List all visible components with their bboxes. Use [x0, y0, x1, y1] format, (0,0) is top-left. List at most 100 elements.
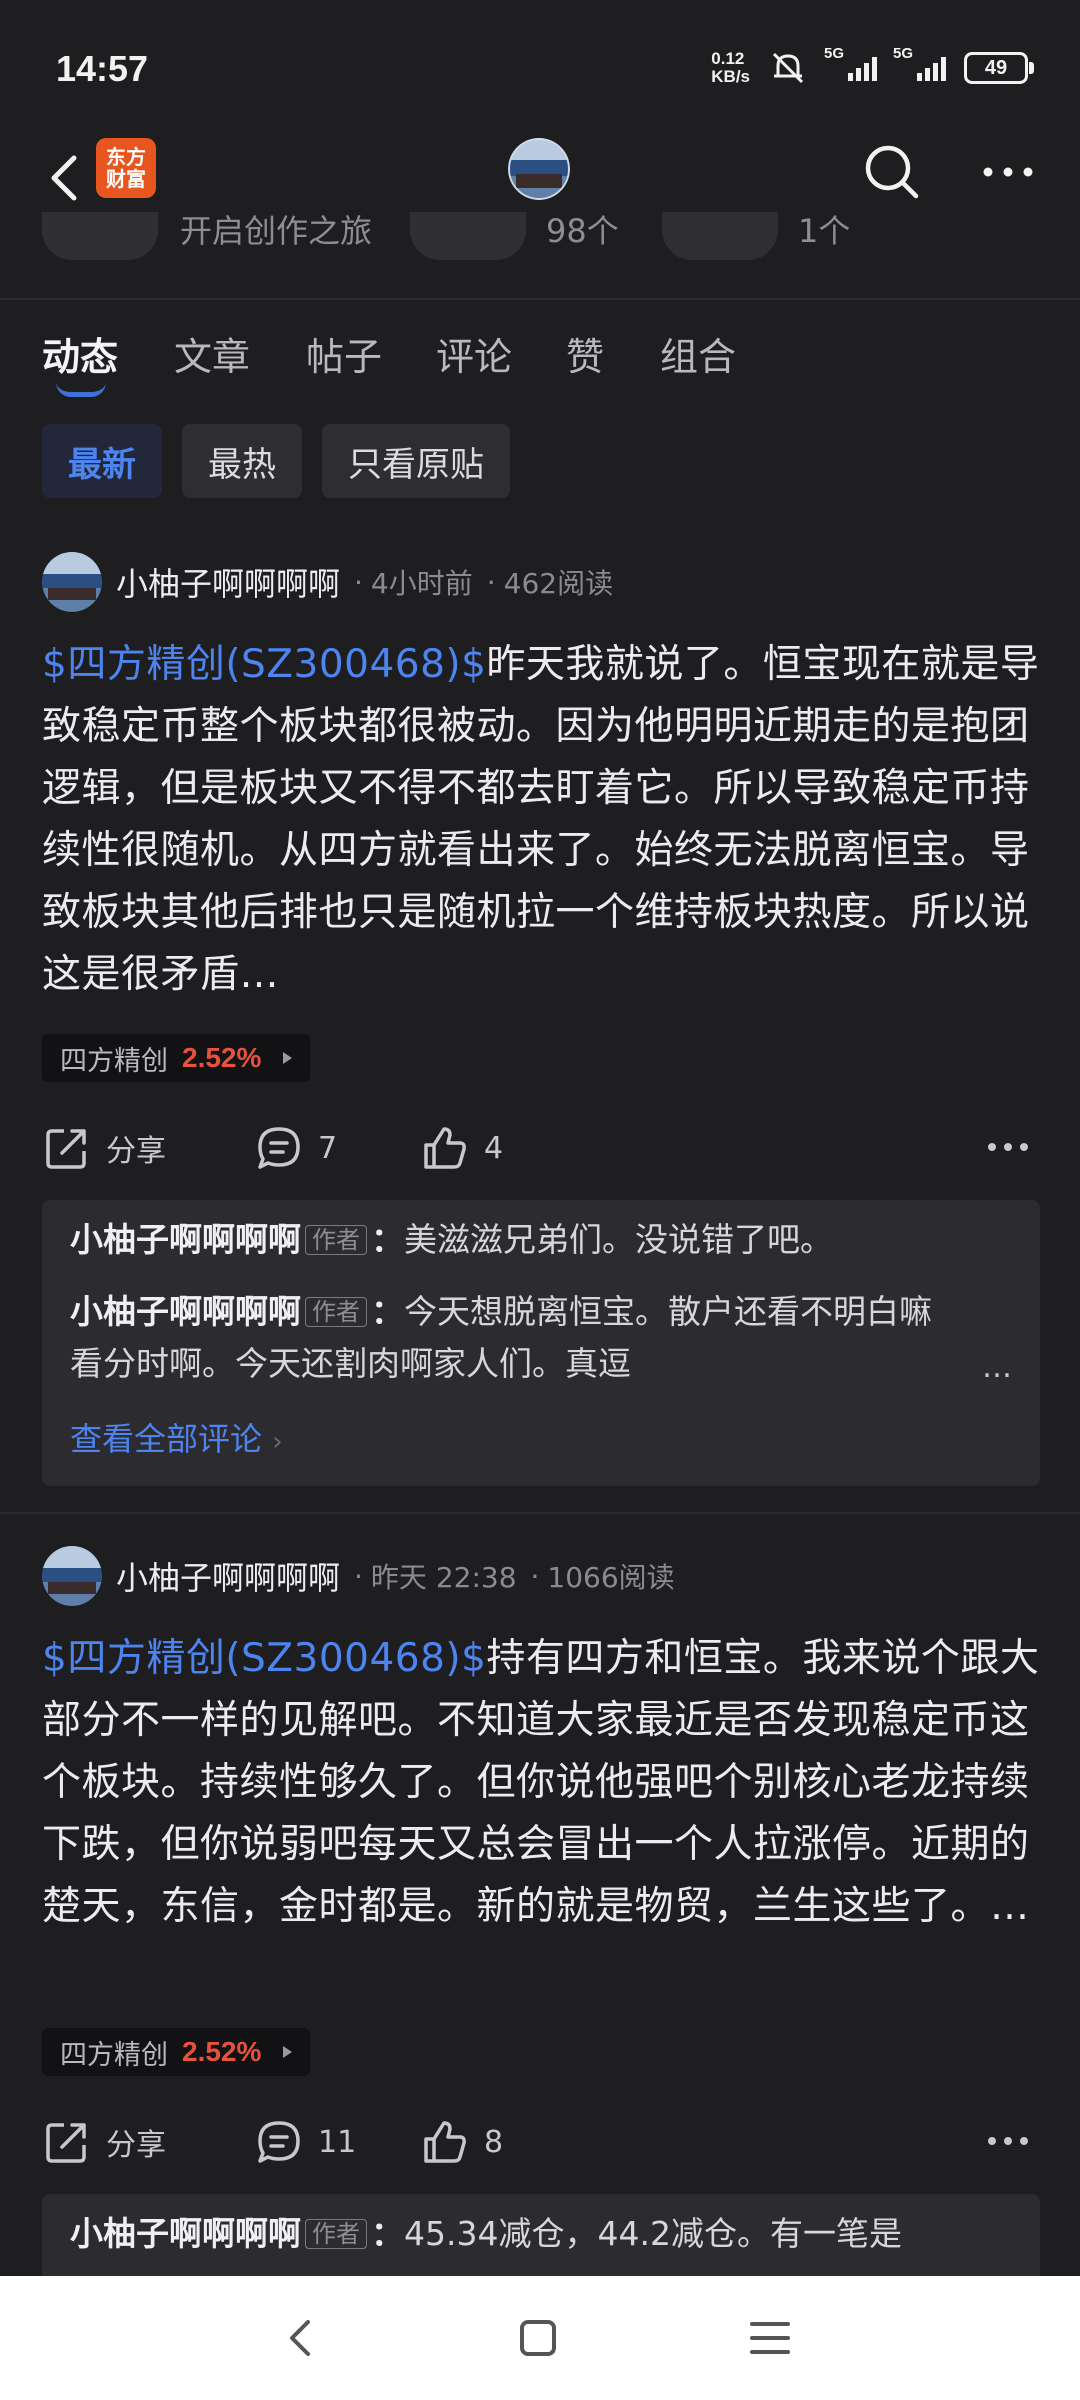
comment-overflow-ellipsis: … — [982, 1350, 1012, 1385]
author-badge: 作者 — [305, 1297, 367, 1327]
like-count: 8 — [484, 2124, 504, 2160]
battery-icon: 49 — [964, 52, 1034, 84]
more-options-icon[interactable] — [976, 140, 1040, 204]
system-home-icon[interactable] — [514, 2314, 562, 2362]
comment-button[interactable]: 7 — [254, 1118, 337, 1178]
triangle-right-icon — [283, 1052, 293, 1064]
comment-item[interactable]: 小柚子啊啊啊啊 作者 ：美滋滋兄弟们。没说错了吧。 — [70, 1214, 1010, 1266]
post-actions: 分享 7 4 — [42, 1118, 1040, 1178]
like-button[interactable]: 4 — [420, 1118, 503, 1178]
comment-author[interactable]: 小柚子啊啊啊啊 — [70, 1220, 301, 1259]
stock-tag-change: 2.52% — [182, 1042, 262, 1073]
share-label: 分享 — [106, 1134, 166, 1169]
stock-tag-change: 2.52% — [182, 2036, 262, 2067]
thumbs-up-icon — [424, 2121, 466, 2163]
share-button[interactable]: 分享 — [42, 1118, 166, 1178]
tab-posts[interactable]: 帖子 — [306, 326, 382, 381]
stat-count-2[interactable]: 98个 — [546, 212, 619, 252]
comment-text: 45.34减仓，44.2减仓。有一笔是 — [404, 2214, 902, 2253]
tab-comments[interactable]: 评论 — [436, 326, 512, 381]
logo-text-line1: 东方 — [106, 145, 146, 169]
system-menu-icon[interactable] — [746, 2314, 794, 2362]
thumbs-up-icon — [424, 1127, 466, 1169]
tab-likes[interactable]: 赞 — [566, 326, 604, 381]
post-content[interactable]: $四方精创(SZ300468)$昨天我就说了。恒宝现在就是导致稳定币整个板块都很… — [42, 634, 1040, 1006]
stock-tag[interactable]: 四方精创 2.52% — [42, 2028, 311, 2076]
tab-portfolio[interactable]: 组合 — [660, 326, 736, 381]
comment-text: 美滋滋兄弟们。没说错了吧。 — [404, 1220, 833, 1259]
comment-count: 7 — [318, 1130, 338, 1166]
signal-icon-sim2: 5G — [893, 45, 946, 81]
active-tab-indicator — [56, 382, 106, 397]
post-content[interactable]: $四方精创(SZ300468)$持有四方和恒宝。我来说个跟大部分不一样的见解吧。… — [42, 1628, 1040, 1938]
like-count: 4 — [484, 1130, 504, 1166]
sim1-label: 5G — [824, 45, 845, 62]
comment-separator: ： — [371, 2214, 404, 2253]
status-icons: 0.12 KB/s 5G 5G 49 — [711, 45, 1034, 90]
post-actions: 分享 11 8 — [42, 2112, 1040, 2172]
app-logo[interactable]: 东方 财富 — [96, 138, 156, 198]
comment-button[interactable]: 11 — [254, 2112, 356, 2172]
stat-count-3[interactable]: 1个 — [798, 212, 850, 252]
chevron-right-icon: › — [272, 1427, 283, 1457]
comment-icon — [258, 1127, 300, 1169]
author-avatar[interactable] — [42, 552, 102, 612]
system-back-icon[interactable] — [278, 2314, 326, 2362]
author-avatar[interactable] — [42, 1546, 102, 1606]
logo-text-line2: 财富 — [106, 167, 146, 191]
filter-original-only[interactable]: 只看原贴 — [322, 424, 510, 498]
stat-icon-box-1 — [42, 212, 158, 260]
like-button[interactable]: 8 — [420, 2112, 503, 2172]
post-divider — [0, 1512, 1080, 1514]
comment-author[interactable]: 小柚子啊啊啊啊 — [70, 2214, 301, 2253]
status-time: 14:57 — [56, 48, 149, 89]
stat-icon-box-3 — [662, 212, 778, 260]
search-icon[interactable] — [860, 140, 924, 204]
post-header: 小柚子啊啊啊啊 · 昨天 22:38 · 1066阅读 — [42, 1546, 675, 1606]
comments-preview: 小柚子啊啊啊啊 作者 ：美滋滋兄弟们。没说错了吧。 小柚子啊啊啊啊 作者 ：今天想脱离恒… — [42, 1200, 1040, 1486]
profile-stats-strip: 开启创作之旅 98个 1个 — [0, 212, 1080, 300]
author-badge: 作者 — [305, 1225, 367, 1255]
network-speed-value: 0.12 — [711, 49, 745, 68]
post-author[interactable]: 小柚子啊啊啊啊 — [116, 559, 340, 605]
post-author[interactable]: 小柚子啊啊啊啊 — [116, 1553, 340, 1599]
sim2-label: 5G — [893, 45, 914, 62]
view-all-comments-link[interactable]: 查看全部评论 › — [70, 1414, 283, 1460]
comment-separator: ： — [371, 1220, 404, 1259]
share-button[interactable]: 分享 — [42, 2112, 166, 2172]
comment-separator: ： — [371, 1292, 404, 1331]
comment-author[interactable]: 小柚子啊啊啊啊 — [70, 1292, 301, 1331]
stock-tag-name: 四方精创 — [60, 1045, 168, 1077]
network-speed-unit: KB/s — [711, 67, 750, 86]
comment-item[interactable]: 小柚子啊啊啊啊 作者 ：45.34减仓，44.2减仓。有一笔是 — [70, 2208, 1010, 2260]
stat-icon-box-2 — [410, 212, 526, 260]
comment-count: 11 — [318, 2124, 357, 2160]
post-header: 小柚子啊啊啊啊 · 4小时前 · 462阅读 — [42, 552, 613, 612]
system-navigation-bar — [0, 2276, 1080, 2400]
stock-link[interactable]: $四方精创(SZ300468)$ — [42, 642, 486, 687]
tab-activity[interactable]: 动态 — [42, 326, 118, 381]
share-label: 分享 — [106, 2128, 166, 2163]
tab-articles[interactable]: 文章 — [174, 326, 250, 381]
meta-separator: · — [354, 1559, 363, 1593]
meta-separator: · — [486, 565, 496, 599]
post-time: 4小时前 — [370, 567, 473, 600]
post-more-icon[interactable] — [986, 2126, 1030, 2156]
stat-create-journey[interactable]: 开启创作之旅 — [180, 212, 372, 252]
filter-chips: 最新 最热 只看原贴 — [42, 424, 510, 498]
status-bar: 14:57 0.12 KB/s 5G 5G 49 — [0, 0, 1080, 130]
post-time: 昨天 22:38 — [370, 1561, 517, 1594]
post-reads: 1066阅读 — [547, 1561, 675, 1594]
triangle-right-icon — [283, 2046, 293, 2058]
stock-tag[interactable]: 四方精创 2.52% — [42, 1034, 311, 1082]
user-avatar[interactable] — [508, 138, 570, 200]
filter-latest[interactable]: 最新 — [42, 424, 162, 498]
comment-item[interactable]: 小柚子啊啊啊啊 作者 ：今天想脱离恒宝。散户还看不明白嘛看分时啊。今天还割肉啊家人们… — [70, 1286, 960, 1390]
stock-link[interactable]: $四方精创(SZ300468)$ — [42, 1636, 486, 1681]
comment-icon — [258, 2121, 300, 2163]
post-more-icon[interactable] — [986, 1132, 1030, 1162]
back-icon[interactable] — [40, 148, 96, 208]
share-icon — [46, 1129, 86, 1169]
filter-hottest[interactable]: 最热 — [182, 424, 302, 498]
stock-tag-name: 四方精创 — [60, 2039, 168, 2071]
